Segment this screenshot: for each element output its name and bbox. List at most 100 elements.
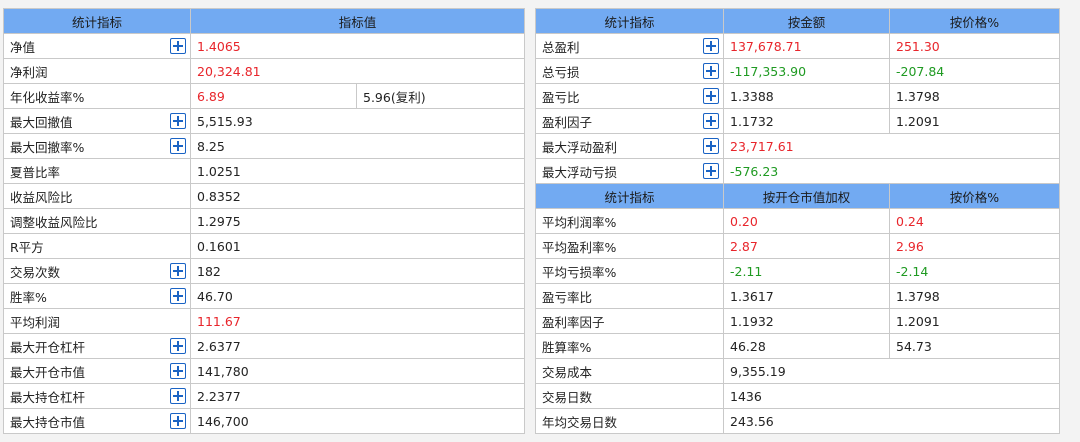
amount-value: -117,353.90: [723, 58, 890, 84]
stat-value: 1.4065: [189, 33, 526, 59]
table-row: 年化收益率% 6.89 5.96(复利): [3, 83, 526, 109]
stat-label: 最大持仓杠杆: [10, 389, 86, 405]
expand-plus-icon[interactable]: [170, 338, 186, 354]
stat-label-cell: 胜算率%: [535, 333, 724, 359]
weighted-value: 46.28: [723, 333, 890, 359]
stat-extra-value: 5.96(复利): [355, 83, 526, 109]
amount-value: -576.23: [723, 158, 1060, 184]
expand-plus-icon[interactable]: [170, 363, 186, 379]
weighted-value: -2.11: [723, 258, 890, 284]
stat-label-cell: R平方: [3, 233, 191, 259]
table-row: 平均亏损率% -2.11 -2.14: [535, 258, 1060, 284]
expand-plus-icon[interactable]: [703, 163, 719, 179]
table-row: 胜算率% 46.28 54.73: [535, 333, 1060, 359]
stat-value: 6.89: [190, 83, 357, 109]
expand-plus-icon[interactable]: [703, 113, 719, 129]
header-row: 统计指标 按开仓市值加权 按价格%: [535, 183, 1060, 209]
stat-label-cell: 胜率%: [3, 283, 191, 309]
stat-value: 5,515.93: [189, 108, 526, 134]
stat-label-cell: 净利润: [3, 58, 191, 84]
stat-value: 1.0251: [189, 158, 526, 184]
stat-label-cell: 夏普比率: [3, 158, 191, 184]
stat-label: 盈亏率比: [542, 289, 593, 305]
stat-label-cell: 盈利因子: [535, 108, 724, 134]
stat-value: 141,780: [189, 358, 526, 384]
table-row: 最大持仓杠杆 2.2377: [3, 383, 526, 409]
stat-label-cell: 年化收益率%: [3, 83, 191, 109]
table-row: 最大开仓市值 141,780: [3, 358, 526, 384]
table-row: 交易成本 9,355.19: [535, 358, 1060, 384]
stat-label: R平方: [10, 239, 44, 255]
expand-plus-icon[interactable]: [703, 88, 719, 104]
stat-label-cell: 净值: [3, 33, 191, 59]
stat-label: 最大开仓杠杆: [10, 339, 86, 355]
expand-plus-icon[interactable]: [170, 263, 186, 279]
stat-label-cell: 最大开仓市值: [3, 358, 191, 384]
stat-label: 平均亏损率%: [542, 264, 617, 280]
price-pct-value: 1.2091: [889, 108, 1060, 134]
stat-label: 最大浮动盈利: [542, 139, 618, 155]
stat-label-cell: 最大持仓杠杆: [3, 383, 191, 409]
header-by-amount: 按金额: [723, 8, 890, 34]
stat-label: 盈利率因子: [542, 314, 605, 330]
header-by-price: 按价格%: [889, 8, 1060, 34]
stat-value: 182: [189, 258, 526, 284]
table-row: 总盈利 137,678.71 251.30: [535, 33, 1060, 59]
expand-plus-icon[interactable]: [170, 138, 186, 154]
table-row: 盈利率因子 1.1932 1.2091: [535, 308, 1060, 334]
expand-plus-icon[interactable]: [170, 113, 186, 129]
stat-label-cell: 最大开仓杠杆: [3, 333, 191, 359]
header-stat-name: 统计指标: [535, 8, 724, 34]
price-pct-value: -2.14: [889, 258, 1060, 284]
expand-plus-icon[interactable]: [703, 63, 719, 79]
price-pct-value: 1.3798: [889, 283, 1060, 309]
stat-label-cell: 总盈利: [535, 33, 724, 59]
stat-label: 交易日数: [542, 389, 593, 405]
stat-label: 平均盈利率%: [542, 239, 617, 255]
stat-label: 平均利润: [10, 314, 61, 330]
weighted-value: 2.87: [723, 233, 890, 259]
table-row: 盈利因子 1.1732 1.2091: [535, 108, 1060, 134]
stat-label-cell: 最大浮动亏损: [535, 158, 724, 184]
stat-value: 20,324.81: [189, 58, 526, 84]
stat-label: 总盈利: [542, 39, 580, 55]
stat-label: 夏普比率: [10, 164, 61, 180]
stat-label-cell: 收益风险比: [3, 183, 191, 209]
expand-plus-icon[interactable]: [703, 138, 719, 154]
table-row: 平均利润 111.67: [3, 308, 526, 334]
stat-value: 0.1601: [189, 233, 526, 259]
expand-plus-icon[interactable]: [170, 38, 186, 54]
table-row: 年均交易日数 243.56: [535, 408, 1060, 434]
table-row: R平方 0.1601: [3, 233, 526, 259]
header-row: 统计指标 指标值: [3, 8, 526, 34]
amount-value: 137,678.71: [723, 33, 890, 59]
stat-label-cell: 平均利润: [3, 308, 191, 334]
amount-value: 1.3388: [723, 83, 890, 109]
price-pct-value: 1.3798: [889, 83, 1060, 109]
expand-plus-icon[interactable]: [703, 38, 719, 54]
expand-plus-icon[interactable]: [170, 413, 186, 429]
table-row: 夏普比率 1.0251: [3, 158, 526, 184]
stat-label-cell: 年均交易日数: [535, 408, 724, 434]
table-row: 最大浮动盈利 23,717.61: [535, 133, 1060, 159]
stat-label-cell: 最大回撤值: [3, 108, 191, 134]
expand-plus-icon[interactable]: [170, 388, 186, 404]
table-row: 最大浮动亏损 -576.23: [535, 158, 1060, 184]
stat-label-cell: 平均亏损率%: [535, 258, 724, 284]
stat-label: 盈利因子: [542, 114, 593, 130]
stat-value: 2.6377: [189, 333, 526, 359]
header-stat-name: 统计指标: [3, 8, 191, 34]
stat-label-cell: 交易次数: [3, 258, 191, 284]
stat-label: 净利润: [10, 64, 48, 80]
header-stat-value: 指标值: [189, 8, 526, 34]
stat-label: 总亏损: [542, 64, 580, 80]
stat-value: 0.8352: [189, 183, 526, 209]
stat-label-cell: 最大浮动盈利: [535, 133, 724, 159]
table-row: 最大开仓杠杆 2.6377: [3, 333, 526, 359]
table-row: 盈亏比 1.3388 1.3798: [535, 83, 1060, 109]
weighted-value: 9,355.19: [723, 358, 1060, 384]
expand-plus-icon[interactable]: [170, 288, 186, 304]
weighted-value: 1436: [723, 383, 1060, 409]
table-row: 盈亏率比 1.3617 1.3798: [535, 283, 1060, 309]
price-pct-value: 251.30: [889, 33, 1060, 59]
